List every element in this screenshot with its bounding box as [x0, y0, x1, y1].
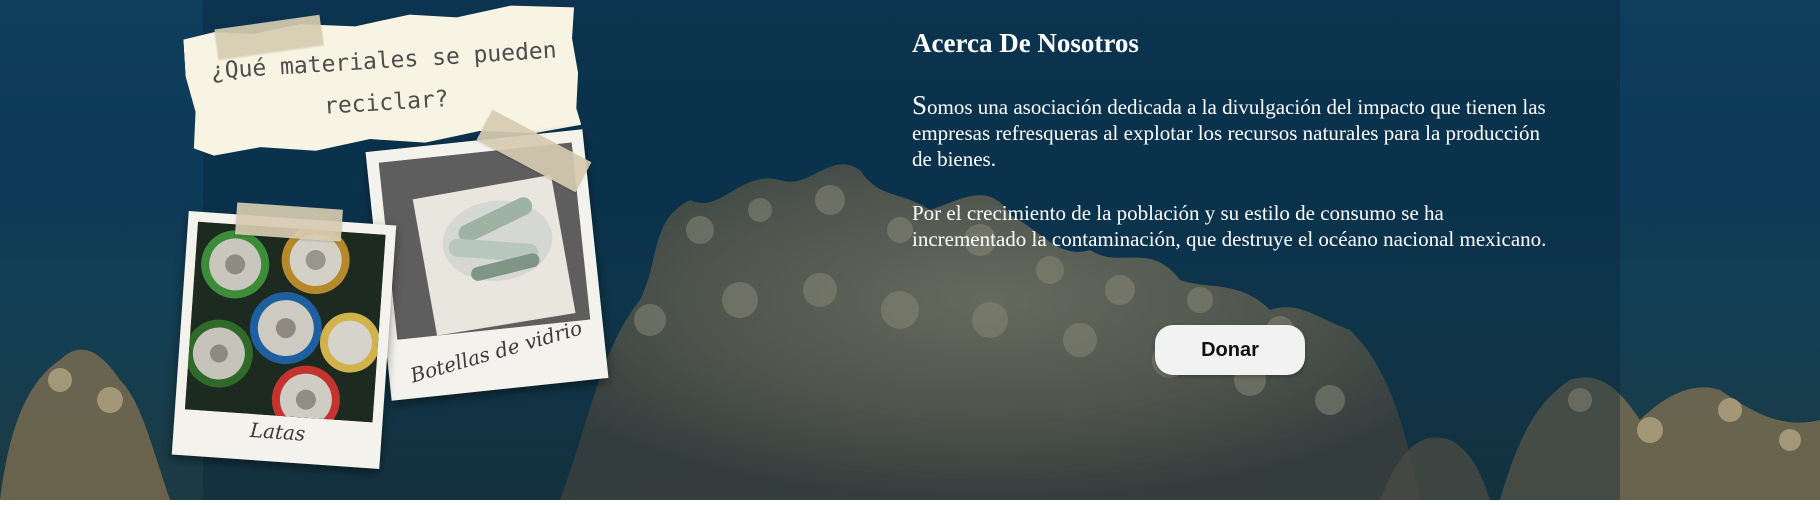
about-paragraph-2: Por el crecimiento de la población y su … — [912, 201, 1547, 251]
hero-section: ¿Qué materiales se pueden reciclar? Bote… — [0, 0, 1820, 500]
cans-photo — [184, 221, 386, 423]
about-title: Acerca De Nosotros — [912, 28, 1139, 58]
donate-button[interactable]: Donar — [1155, 325, 1305, 375]
page-bottom-edge — [0, 500, 1820, 505]
polaroid-cans: Latas — [171, 211, 397, 469]
about-paragraph-1: Somos una asociación dedicada a la divul… — [912, 90, 1546, 171]
